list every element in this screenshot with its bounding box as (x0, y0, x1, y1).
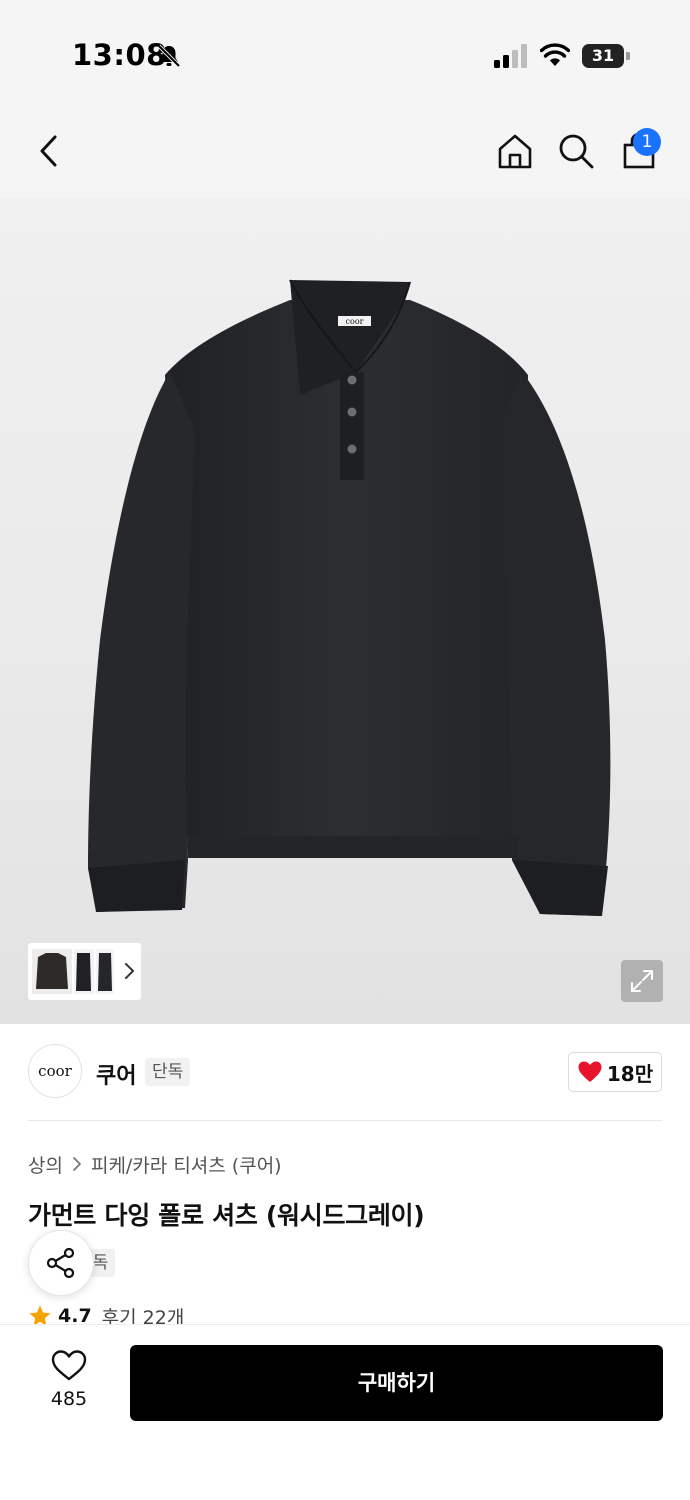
polo-shirt-image: coor (88, 279, 611, 916)
battery-level: 31 (591, 46, 615, 65)
battery-icon: 31 (582, 44, 630, 68)
brand-logo[interactable]: coor (28, 1044, 82, 1098)
chevron-left-icon (40, 135, 57, 167)
search-icon (559, 134, 594, 169)
product-image[interactable]: coor (0, 198, 690, 1024)
cart-count-badge: 1 (633, 128, 661, 156)
share-icon (46, 1247, 75, 1279)
thumbnail-strip[interactable] (28, 943, 141, 1000)
status-time: 13:08 (72, 38, 167, 72)
heart-filled-icon (578, 1061, 602, 1082)
brand-name[interactable]: 쿠어 (96, 1058, 136, 1090)
heart-outline-icon (51, 1350, 87, 1381)
wishlist-count: 485 (50, 1388, 88, 1410)
home-button[interactable] (492, 128, 538, 174)
breadcrumb-item-category[interactable]: 상의 (28, 1151, 63, 1178)
brand-like-button[interactable]: 18만 (568, 1052, 662, 1092)
divider (28, 1120, 662, 1121)
status-bar: 13:08 31 (0, 0, 690, 100)
product-title: 가먼트 다잉 폴로 셔츠 (워시드그레이) (28, 1201, 425, 1230)
expand-image-button[interactable] (621, 960, 663, 1002)
chevron-right-icon (125, 963, 134, 979)
exclusive-badge: 단독 (145, 1058, 191, 1086)
bell-off-icon (157, 44, 181, 68)
expand-icon (631, 970, 653, 992)
back-button[interactable] (26, 128, 72, 174)
share-button[interactable] (28, 1230, 94, 1296)
nav-header (0, 100, 690, 198)
brand-like-count: 18만 (606, 1061, 654, 1086)
breadcrumb: 상의 피케/카라 티셔츠 (쿠어) (28, 1150, 282, 1178)
buy-button[interactable]: 구매하기 (130, 1345, 663, 1421)
wifi-icon (540, 43, 570, 66)
garment-label: coor (346, 317, 364, 326)
wishlist-button[interactable]: 485 (40, 1346, 98, 1416)
signal-icon (494, 44, 527, 68)
thumbnail-images (32, 949, 114, 994)
search-button[interactable] (553, 128, 599, 174)
chevron-right-icon (73, 1157, 81, 1171)
brand-row: coor 쿠어 단독 18만 (0, 1024, 690, 1120)
breadcrumb-item-subcategory[interactable]: 피케/카라 티셔츠 (쿠어) (91, 1151, 282, 1178)
home-icon (498, 134, 532, 169)
